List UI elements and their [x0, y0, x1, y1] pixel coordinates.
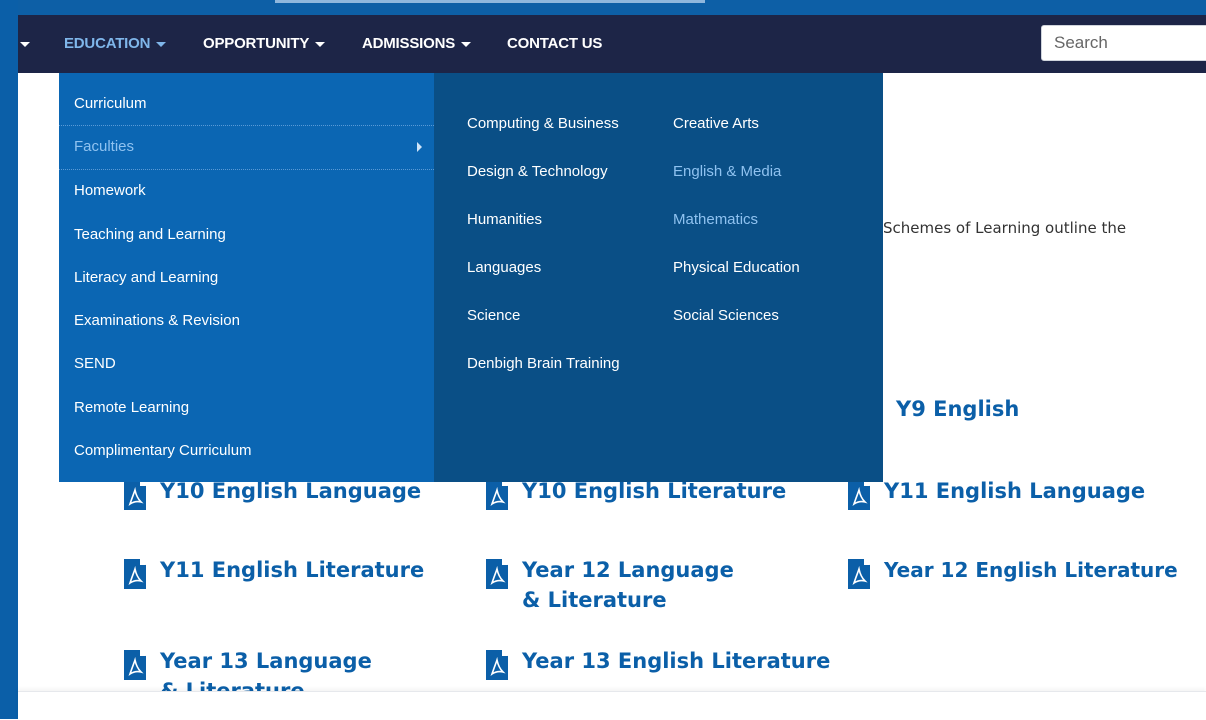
document-label: Y9 English	[896, 397, 1020, 421]
dropdown-item-label: Teaching and Learning	[74, 226, 226, 243]
faculty-link[interactable]: Science	[467, 307, 520, 324]
faculty-link[interactable]: English & Media	[673, 163, 781, 180]
document-link[interactable]: Year 13 English Literature	[486, 646, 830, 680]
dropdown-item-label: Complimentary Curriculum	[74, 442, 252, 459]
chevron-down-icon	[156, 41, 167, 47]
nav-item-partial[interactable]	[18, 15, 30, 73]
faculty-link[interactable]: Creative Arts	[673, 115, 759, 132]
dropdown-item-label: Literacy and Learning	[74, 269, 219, 286]
document-label: Year 12 Language & Literature	[522, 558, 734, 612]
faculty-link[interactable]: Computing & Business	[467, 115, 619, 132]
document-link[interactable]: Y11 English Literature	[124, 555, 424, 589]
document-label: Year 12 English Literature	[884, 558, 1178, 582]
nav-item-education[interactable]: EDUCATION	[64, 15, 167, 73]
dropdown-item-label: Curriculum	[74, 95, 147, 112]
chevron-down-icon	[20, 41, 30, 47]
chevron-right-icon	[417, 142, 422, 152]
nav-item-opportunity[interactable]: OPPORTUNITY	[203, 15, 326, 73]
chevron-down-icon	[461, 41, 472, 47]
dropdown-item-label: SEND	[74, 355, 116, 372]
document-label: Y11 English Language	[884, 479, 1146, 503]
intro-text: Schemes of Learning outline the	[883, 219, 1127, 237]
pdf-icon	[486, 646, 508, 680]
dropdown-item-label: Homework	[74, 182, 146, 199]
nav-item-label: OPPORTUNITY	[203, 35, 310, 52]
banner-strip	[275, 0, 705, 3]
bottom-bar	[18, 691, 1206, 720]
faculty-link[interactable]: Denbigh Brain Training	[467, 355, 620, 372]
dropdown-item-faculties[interactable]: Faculties	[59, 127, 434, 167]
pdf-icon	[124, 555, 146, 589]
document-link[interactable]: Year 12 English Literature	[848, 555, 1178, 589]
faculty-link[interactable]: Physical Education	[673, 259, 800, 276]
dropdown-item-homework[interactable]: Homework	[59, 171, 434, 211]
page-left-edge	[0, 0, 18, 719]
dropdown-item-label: Examinations & Revision	[74, 312, 240, 329]
search-input[interactable]	[1041, 25, 1206, 61]
dropdown-item-remote-learning[interactable]: Remote Learning	[59, 388, 434, 428]
nav-item-label: CONTACT US	[507, 35, 603, 52]
nav-item-label: ADMISSIONS	[362, 35, 456, 52]
document-link[interactable]: Y11 English Language	[848, 476, 1145, 510]
dropdown-item-complimentary-curriculum[interactable]: Complimentary Curriculum	[59, 431, 434, 471]
faculties-submenu: Computing & Business Creative Arts Desig…	[434, 73, 883, 482]
pdf-icon	[486, 555, 508, 589]
divider	[59, 125, 434, 126]
faculty-link[interactable]: Mathematics	[673, 211, 758, 228]
pdf-icon	[848, 555, 870, 589]
document-link[interactable]: Year 12 Language & Literature	[486, 555, 752, 615]
dropdown-item-teaching-and-learning[interactable]: Teaching and Learning	[59, 215, 434, 255]
education-dropdown: Curriculum Faculties Homework Teaching a…	[59, 73, 434, 482]
nav-item-label: EDUCATION	[64, 35, 151, 52]
dropdown-item-label: Faculties	[74, 138, 135, 155]
divider	[59, 169, 434, 170]
faculty-link[interactable]: Languages	[467, 259, 541, 276]
chevron-down-icon	[315, 41, 326, 47]
faculty-link[interactable]: Design & Technology	[467, 163, 608, 180]
nav-item-contact-us[interactable]: CONTACT US	[507, 15, 602, 73]
faculty-link[interactable]: Social Sciences	[673, 307, 779, 324]
dropdown-item-examinations-revision[interactable]: Examinations & Revision	[59, 301, 434, 341]
nav-item-admissions[interactable]: ADMISSIONS	[362, 15, 472, 73]
dropdown-item-curriculum[interactable]: Curriculum	[59, 84, 434, 124]
pdf-icon	[124, 646, 146, 680]
dropdown-item-literacy-and-learning[interactable]: Literacy and Learning	[59, 258, 434, 298]
document-label: Year 13 English Literature	[522, 649, 831, 673]
dropdown-item-label: Remote Learning	[74, 399, 190, 416]
main-navbar: EDUCATION OPPORTUNITY ADMISSIONS CONTACT…	[18, 15, 1206, 73]
dropdown-item-send[interactable]: SEND	[59, 344, 434, 384]
document-label: Y11 English Literature	[160, 558, 425, 582]
faculty-link[interactable]: Humanities	[467, 211, 542, 228]
